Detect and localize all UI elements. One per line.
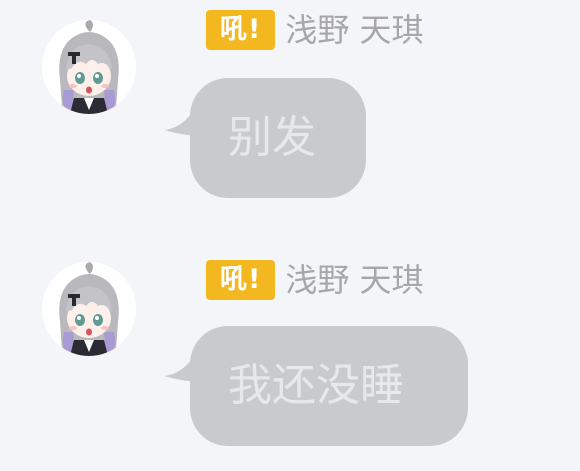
status-badge: 吼! [206, 260, 276, 300]
sender-name[interactable]: 浅野 天琪 [285, 10, 423, 50]
sender-name[interactable]: 浅野 天琪 [285, 260, 423, 300]
anime-girl-avatar-icon [42, 262, 136, 356]
chat-message: 吼! 浅野 天琪 我还没睡 [0, 260, 580, 460]
message-header: 吼! 浅野 天琪 [206, 10, 424, 50]
message-bubble[interactable]: 我还没睡 [190, 326, 468, 446]
avatar[interactable] [42, 262, 136, 356]
avatar[interactable] [42, 20, 136, 114]
status-badge: 吼! [206, 10, 276, 50]
message-header: 吼! 浅野 天琪 [206, 260, 424, 300]
chat-message: 吼! 浅野 天琪 别发 [0, 10, 580, 210]
message-bubble[interactable]: 别发 [190, 78, 366, 198]
anime-girl-avatar-icon [42, 20, 136, 114]
